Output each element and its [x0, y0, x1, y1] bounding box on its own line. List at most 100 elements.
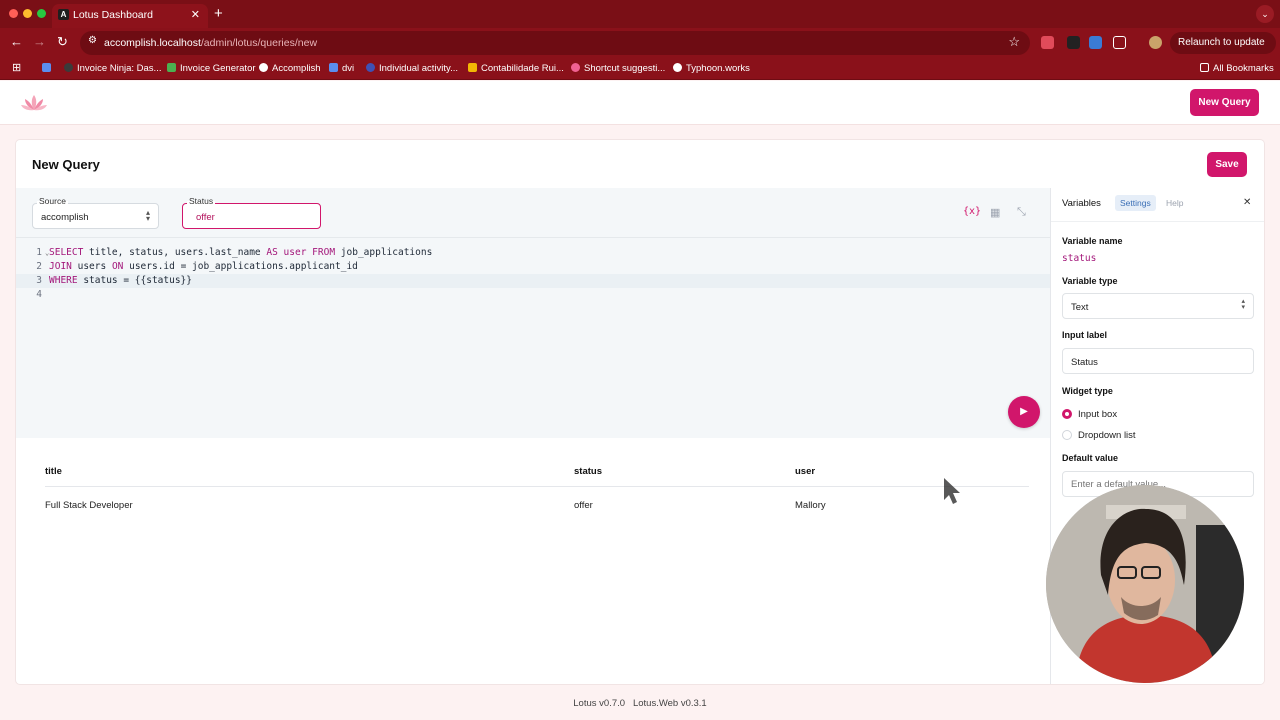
browser-tab[interactable]: A Lotus Dashboard ✕: [52, 4, 208, 28]
chevron-updown-icon: ▴ ▾: [145, 208, 150, 223]
app-header: New Query: [0, 81, 1280, 125]
query-editor-area: Source accomplish ▴ ▾ Status offer {x} ▦ …: [16, 188, 1050, 438]
new-tab-icon[interactable]: +: [214, 5, 223, 22]
code-line: 4: [16, 288, 1050, 302]
profile-avatar-icon[interactable]: [1149, 36, 1162, 49]
panel-tabs: Variables Settings Help ✕: [1051, 188, 1264, 222]
radio-input-box[interactable]: [1062, 409, 1072, 419]
relaunch-button[interactable]: Relaunch to update ⋮: [1170, 32, 1276, 70]
table-icon[interactable]: ▦: [990, 206, 1000, 219]
maximize-window-button[interactable]: [37, 9, 46, 18]
table-cell: offer: [574, 500, 593, 511]
run-query-button[interactable]: ▶: [1008, 396, 1040, 428]
bookmark-icon: [259, 63, 268, 72]
bookmark-individual-activity[interactable]: Individual activity...: [366, 63, 458, 74]
minimize-window-button[interactable]: [23, 9, 32, 18]
extensions-puzzle-icon[interactable]: [1113, 36, 1126, 49]
column-header[interactable]: title: [45, 466, 62, 477]
bookmark-icon: [64, 63, 73, 72]
radio-label[interactable]: Dropdown list: [1078, 430, 1136, 441]
radio-dropdown-list[interactable]: [1062, 430, 1072, 440]
column-header[interactable]: user: [795, 466, 815, 477]
source-label: Source: [37, 196, 68, 206]
bookmark-icon: [468, 63, 477, 72]
divider: [45, 486, 1029, 487]
bookmark-typhoon[interactable]: Typhoon.works: [673, 63, 750, 74]
sql-keyword: SELECT: [49, 247, 84, 258]
code-line: 3 WHERE status = {{status}}: [16, 274, 1050, 288]
collapse-icon[interactable]: ⤡: [1017, 206, 1026, 219]
tab-title: Lotus Dashboard: [73, 9, 153, 21]
back-icon[interactable]: ←: [10, 34, 23, 49]
close-window-button[interactable]: [9, 9, 18, 18]
extension-icon[interactable]: [1089, 36, 1102, 49]
bookmark-icon: [571, 63, 580, 72]
all-bookmarks-button[interactable]: All Bookmarks: [1200, 63, 1274, 74]
bookmark-icon: [42, 63, 51, 72]
input-label-value: Status: [1071, 357, 1098, 368]
tab-search-icon[interactable]: ⌄: [1256, 5, 1274, 23]
address-bar[interactable]: ⚙ accomplish.localhost/admin/lotus/queri…: [80, 31, 1030, 55]
mouse-cursor-icon: [944, 478, 960, 504]
sql-text: job_applications: [335, 247, 433, 258]
sql-keyword: user: [283, 247, 307, 258]
sql-code-editor[interactable]: 1 ⌄ SELECT title, status, users.last_nam…: [16, 246, 1050, 302]
sql-keyword: ON: [111, 261, 124, 272]
variable-name-label: Variable name: [1062, 236, 1123, 246]
bookmark-contabilidade[interactable]: Contabilidade Rui...: [468, 63, 564, 74]
line-number: 2: [36, 261, 42, 272]
tab-variables[interactable]: Variables: [1062, 198, 1101, 209]
bookmark-accomplish[interactable]: Accomplish: [259, 63, 321, 74]
variables-icon[interactable]: {x}: [963, 206, 981, 217]
variable-type-select[interactable]: Text ▴ ▾: [1062, 293, 1254, 319]
tab-help[interactable]: Help: [1166, 198, 1183, 208]
reload-icon[interactable]: ↻: [57, 34, 68, 50]
extension-icon[interactable]: [1067, 36, 1080, 49]
source-value: accomplish: [41, 212, 89, 223]
lotus-web-version: Lotus.Web v0.3.1: [632, 698, 707, 709]
bookmark-dvi[interactable]: dvi: [329, 63, 354, 74]
radio-label[interactable]: Input box: [1078, 409, 1117, 420]
browser-tab-bar: A Lotus Dashboard ✕ + ⌄: [0, 0, 1280, 28]
footer-versions: Lotus v0.7.0 Lotus.Web v0.3.1: [0, 698, 1280, 709]
bookmark-star-icon[interactable]: ☆: [1008, 34, 1020, 50]
status-variable-input[interactable]: Status offer: [182, 196, 321, 229]
sql-keyword: JOIN: [49, 261, 72, 272]
site-info-icon[interactable]: ⚙: [88, 35, 97, 46]
browser-toolbar: ← → ↻ ⚙ accomplish.localhost/admin/lotus…: [0, 28, 1280, 70]
status-value: offer: [196, 212, 215, 223]
apps-grid-icon[interactable]: ⊞: [12, 61, 21, 74]
status-label: Status: [187, 196, 216, 206]
new-query-button[interactable]: New Query: [1190, 89, 1259, 116]
tab-settings[interactable]: Settings: [1115, 195, 1156, 211]
bookmark-invoice-generator[interactable]: Invoice Generator: [167, 63, 256, 74]
save-button[interactable]: Save: [1207, 152, 1247, 177]
source-select[interactable]: Source accomplish ▴ ▾: [32, 196, 159, 229]
lotus-logo-icon[interactable]: [20, 93, 48, 113]
close-icon[interactable]: ✕: [1243, 197, 1251, 208]
github-icon: [673, 63, 682, 72]
table-cell: Mallory: [795, 500, 826, 511]
column-header[interactable]: status: [574, 466, 602, 477]
bookmark-item[interactable]: [42, 63, 55, 74]
default-value-label: Default value: [1062, 453, 1119, 463]
close-tab-icon[interactable]: ✕: [191, 8, 200, 21]
bookmark-icon: [329, 63, 338, 72]
forward-icon[interactable]: →: [33, 34, 46, 49]
webcam-overlay: [1046, 485, 1244, 683]
bookmark-icon: [366, 63, 375, 72]
webcam-person-image: [1046, 485, 1244, 683]
lotus-favicon-icon: A: [58, 9, 69, 20]
line-number: 4: [36, 289, 42, 300]
folder-icon: [1200, 63, 1209, 72]
input-label-field[interactable]: Status: [1062, 348, 1254, 374]
widget-type-label: Widget type: [1062, 386, 1113, 396]
bookmark-shortcut-suggestions[interactable]: Shortcut suggesti...: [571, 63, 665, 74]
sql-text: status = {{status}}: [77, 275, 192, 286]
sql-keyword: AS: [266, 247, 278, 258]
bookmark-invoice-ninja[interactable]: Invoice Ninja: Das...: [64, 63, 161, 74]
extension-icon[interactable]: [1041, 36, 1054, 49]
variable-name-value: status: [1062, 253, 1097, 264]
sql-keyword: FROM: [312, 247, 336, 258]
variable-type-value: Text: [1071, 302, 1089, 313]
